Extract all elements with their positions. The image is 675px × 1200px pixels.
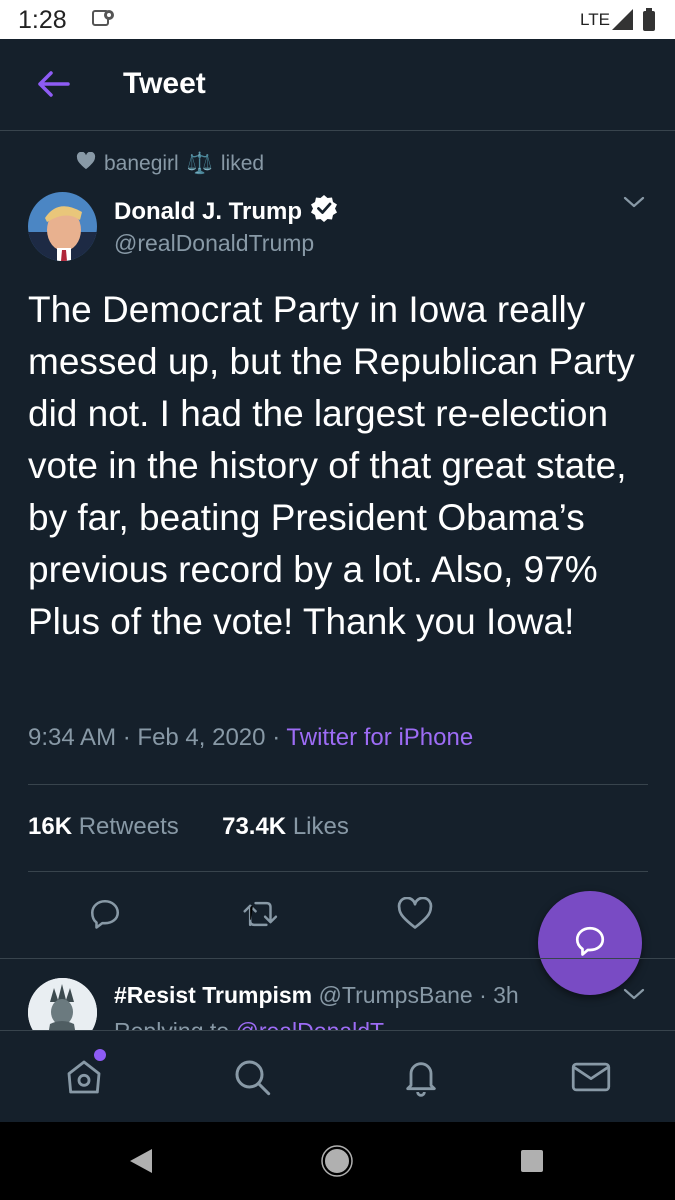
app-bar: Tweet <box>0 39 675 131</box>
divider <box>0 958 675 959</box>
retweets-count: 16K <box>28 813 73 840</box>
home-icon[interactable] <box>64 1057 104 1102</box>
reply-header: #Resist Trumpism @TrumpsBane · 3h <box>114 982 519 1009</box>
retweets-stat[interactable]: 16K Retweets <box>28 813 185 840</box>
meta-separator: · <box>122 724 131 751</box>
chevron-down-icon[interactable] <box>622 194 646 215</box>
likes-label: Likes <box>292 813 349 840</box>
divider <box>28 871 648 872</box>
verified-badge-icon <box>310 194 338 229</box>
tweet-date: Feb 4, 2020 <box>137 724 266 751</box>
system-home-icon[interactable] <box>321 1145 353 1182</box>
reply-author-handle[interactable]: @TrumpsBane <box>319 982 473 1008</box>
chevron-down-icon[interactable] <box>622 986 646 1007</box>
system-back-icon[interactable] <box>128 1147 154 1180</box>
likes-stat[interactable]: 73.4K Likes <box>222 813 349 840</box>
battery-icon <box>642 8 656 37</box>
location-notification-icon <box>92 8 116 35</box>
page-title: Tweet <box>123 67 206 100</box>
bottom-navigation <box>0 1030 675 1122</box>
tweet-source-link[interactable]: Twitter for iPhone <box>286 724 473 751</box>
tweet-time: 9:34 AM <box>28 724 117 751</box>
author-avatar[interactable] <box>28 192 97 261</box>
reply-tweet[interactable]: #Resist Trumpism @TrumpsBane · 3h Replyi… <box>0 960 675 1030</box>
bell-icon[interactable] <box>401 1057 441 1102</box>
replying-to: Replying to @realDonaldT... <box>114 1018 401 1030</box>
reply-time: · 3h <box>479 982 519 1008</box>
system-recents-icon[interactable] <box>520 1149 544 1178</box>
heart-small-icon <box>76 151 96 176</box>
social-action: liked <box>220 152 265 175</box>
network-type: LTE <box>580 10 610 29</box>
search-icon[interactable] <box>232 1057 272 1102</box>
back-arrow-icon[interactable] <box>36 69 70 104</box>
tweet-text: The Democrat Party in Iowa really messed… <box>28 289 635 642</box>
system-navigation-bar <box>0 1122 675 1200</box>
meta-separator: · <box>272 724 281 751</box>
author-name-text: Donald J. Trump <box>114 197 303 225</box>
signal-icon <box>612 9 634 36</box>
mail-icon[interactable] <box>570 1057 612 1102</box>
social-context: banegirl ⚖️ liked <box>76 151 265 176</box>
home-notification-dot <box>94 1049 106 1061</box>
reply-author-name[interactable]: #Resist Trumpism <box>114 982 312 1008</box>
author-name[interactable]: Donald J. Trump <box>114 194 338 229</box>
status-time: 1:28 <box>18 6 67 34</box>
scales-emoji: ⚖️ <box>186 152 213 175</box>
liker-name[interactable]: banegirl <box>104 152 179 176</box>
tweet-meta: 9:34 AM · Feb 4, 2020 · Twitter for iPho… <box>28 724 473 752</box>
likes-count: 73.4K <box>222 813 287 840</box>
divider <box>28 784 648 785</box>
status-bar: 1:28 LTE <box>0 0 675 39</box>
reply-avatar[interactable] <box>28 978 97 1030</box>
heart-icon[interactable] <box>397 896 433 936</box>
replying-prefix: Replying to <box>114 1018 229 1030</box>
tweet-stats: 16K Retweets 73.4K Likes <box>28 813 349 841</box>
retweets-label: Retweets <box>78 813 179 840</box>
replying-mention[interactable]: @realDonaldT... <box>235 1018 400 1030</box>
reply-icon[interactable] <box>88 897 122 936</box>
retweet-icon[interactable] <box>242 897 280 936</box>
author-handle[interactable]: @realDonaldTrump <box>114 230 314 257</box>
